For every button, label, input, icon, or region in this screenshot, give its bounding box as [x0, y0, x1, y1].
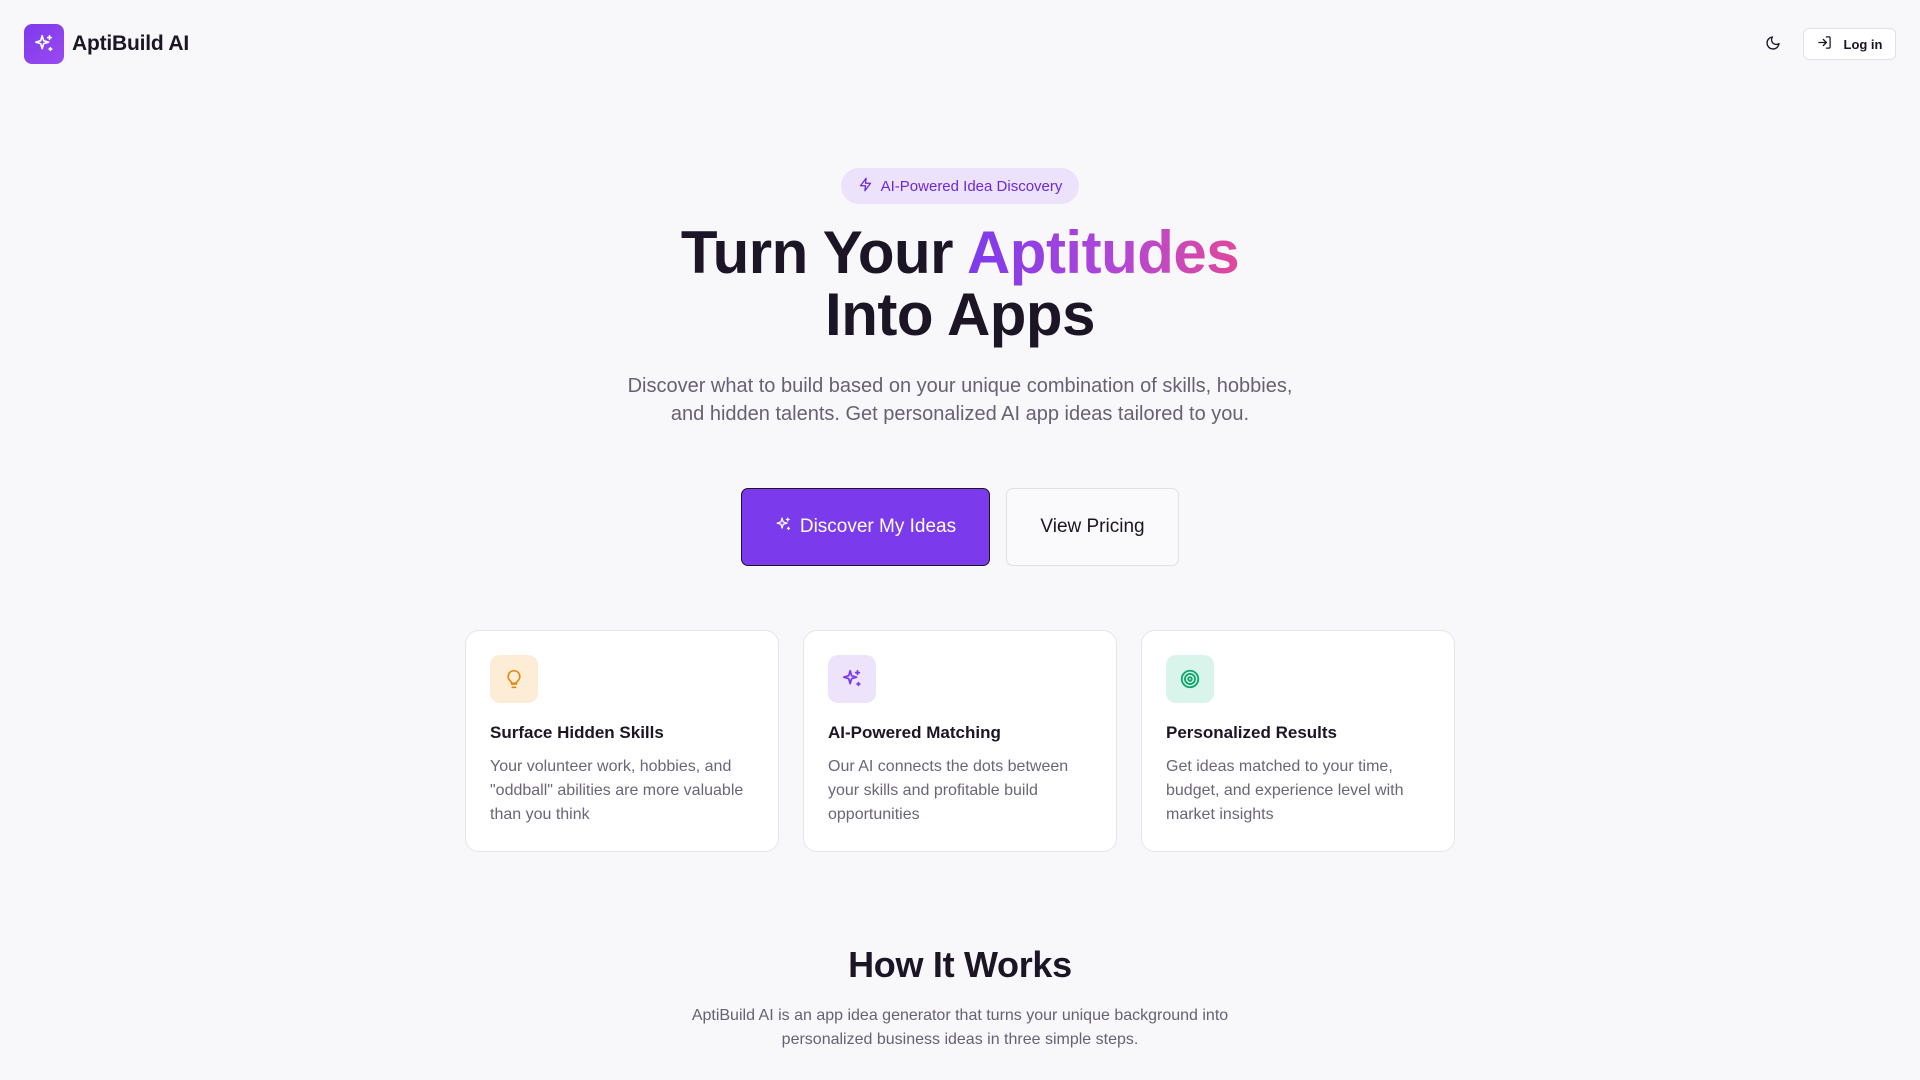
feature-title: Surface Hidden Skills [490, 723, 664, 742]
hero-title: Turn Your Aptitudes Into Apps [560, 222, 1360, 346]
moon-icon [1765, 35, 1781, 54]
target-icon [1166, 655, 1214, 703]
discover-ideas-label: Discover My Ideas [799, 516, 957, 537]
log-in-icon [1817, 35, 1832, 53]
discover-ideas-button[interactable]: Discover My Ideas [741, 488, 990, 566]
hero-title-part1: Turn Your [680, 219, 967, 286]
brand-home-link[interactable]: AptiBuild AI [24, 24, 189, 64]
hero-badge-label: AI-Powered Idea Discovery [880, 177, 1063, 195]
sparkles-icon [828, 655, 876, 703]
how-it-works-subtitle: AptiBuild AI is an app idea generator th… [691, 1007, 1229, 1048]
hero-subtitle: Discover what to build based on your uni… [627, 375, 1293, 425]
feature-card-personalized-results: Personalized Results Get ideas matched t… [1141, 630, 1455, 852]
theme-toggle-button[interactable] [1757, 28, 1789, 60]
feature-title: AI-Powered Matching [828, 723, 1001, 742]
sparkles-icon [775, 516, 792, 539]
login-label: Log in [1843, 36, 1883, 52]
view-pricing-button[interactable]: View Pricing [1006, 488, 1179, 566]
feature-card-hidden-skills: Surface Hidden Skills Your volunteer wor… [465, 630, 779, 852]
hero-badge: AI-Powered Idea Discovery [841, 168, 1079, 204]
feature-card-ai-matching: AI-Powered Matching Our AI connects the … [803, 630, 1117, 852]
how-it-works-title: How It Works [848, 944, 1072, 985]
view-pricing-label: View Pricing [1040, 516, 1145, 537]
sparkles-logo-icon [24, 24, 64, 64]
hero-title-part2: Into Apps [825, 281, 1095, 348]
feature-description: Our AI connects the dots between your sk… [828, 758, 1069, 823]
feature-description: Get ideas matched to your time, budget, … [1166, 758, 1404, 823]
feature-description: Your volunteer work, hobbies, and "oddba… [490, 758, 744, 823]
lightbulb-icon [490, 655, 538, 703]
hero-title-highlight: Aptitudes [966, 219, 1240, 286]
login-button[interactable]: Log in [1803, 28, 1896, 60]
feature-title: Personalized Results [1166, 723, 1338, 742]
zap-icon [858, 177, 873, 196]
brand-name: AptiBuild AI [72, 32, 189, 55]
site-header: AptiBuild AI Log in [0, 0, 1920, 88]
